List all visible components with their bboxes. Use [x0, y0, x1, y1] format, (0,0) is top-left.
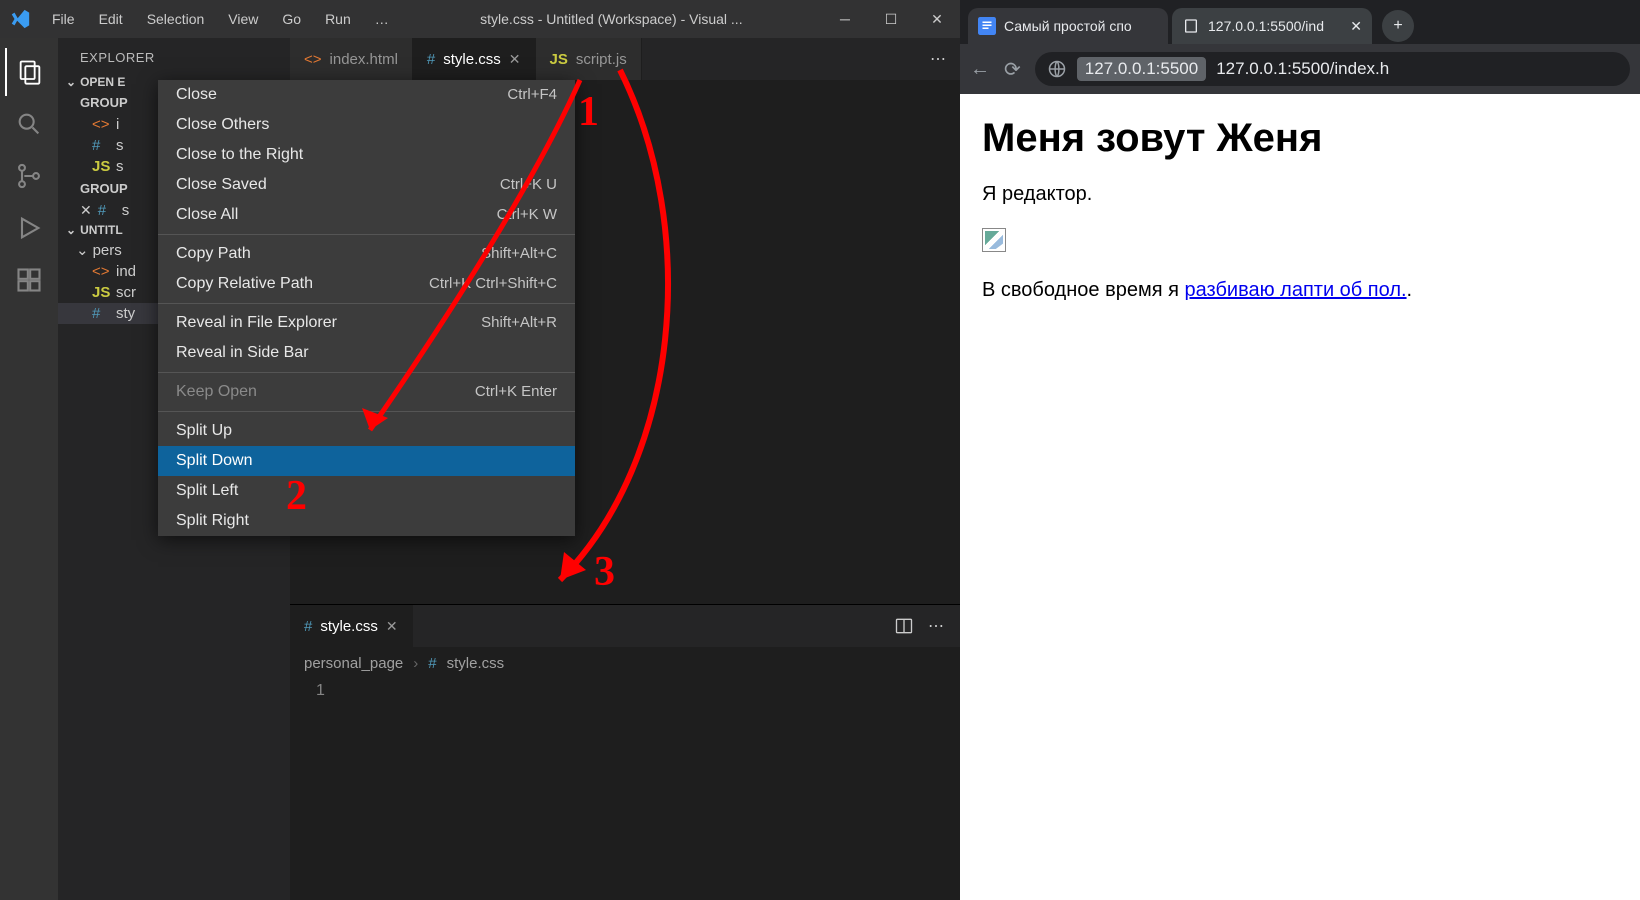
extensions-icon[interactable] [5, 256, 53, 304]
page-content: Меня зовут Женя Я редактор. В свободное … [960, 94, 1640, 900]
ctx-close[interactable]: CloseCtrl+F4 [158, 80, 575, 110]
pane2-tab-style[interactable]: #style.css✕ [290, 605, 413, 647]
menu-selection[interactable]: Selection [135, 11, 217, 27]
menu-file[interactable]: File [40, 11, 87, 27]
window-title: style.css - Untitled (Workspace) - Visua… [401, 11, 822, 27]
ctx-keep-open[interactable]: Keep OpenCtrl+K Enter [158, 377, 575, 407]
explorer-title: EXPLORER [58, 38, 290, 73]
address-bar[interactable]: 127.0.0.1:5500 127.0.0.1:5500/index.h [1035, 52, 1630, 86]
ctx-reveal-in-side-bar[interactable]: Reveal in Side Bar [158, 338, 575, 368]
editor-tabs: <>index.html #style.css✕ JSscript.js ⋯ [290, 38, 960, 80]
close-tab-icon[interactable]: ✕ [386, 618, 398, 635]
browser-tab-docs[interactable]: Самый простой спо [968, 8, 1168, 44]
tab-index[interactable]: <>index.html [290, 38, 413, 80]
menu-go[interactable]: Go [270, 11, 313, 27]
activity-bar [0, 38, 58, 900]
page-paragraph-1: Я редактор. [982, 183, 1618, 206]
page-favicon-icon [1182, 17, 1200, 35]
browser-tabs: Самый простой спо 127.0.0.1:5500/ind ✕ + [960, 0, 1640, 44]
ctx-copy-relative-path[interactable]: Copy Relative PathCtrl+K Ctrl+Shift+C [158, 269, 575, 299]
search-icon[interactable] [5, 100, 53, 148]
page-link[interactable]: разбиваю лапти об пол. [1184, 279, 1406, 301]
page-paragraph-2: В свободное время я разбиваю лапти об по… [982, 279, 1618, 302]
ctx-reveal-in-file-explorer[interactable]: Reveal in File ExplorerShift+Alt+R [158, 308, 575, 338]
broken-image-icon [982, 228, 1006, 252]
tab-actions[interactable]: ⋯ [916, 38, 960, 80]
docs-favicon-icon [978, 17, 996, 35]
page-heading: Меня зовут Женя [982, 116, 1618, 161]
reload-button[interactable]: ⟳ [1004, 57, 1021, 82]
tab-style[interactable]: #style.css✕ [413, 38, 536, 80]
titlebar: File Edit Selection View Go Run … style.… [0, 0, 960, 38]
menubar: File Edit Selection View Go Run … [40, 11, 401, 27]
line-number: 1 [290, 680, 960, 700]
vscode-logo-icon [0, 8, 40, 30]
browser-window: Самый простой спо 127.0.0.1:5500/ind ✕ +… [960, 0, 1640, 900]
more-actions-icon[interactable]: ⋯ [928, 616, 944, 636]
ctx-split-up[interactable]: Split Up [158, 416, 575, 446]
minimize-button[interactable]: ─ [822, 0, 868, 38]
breadcrumb[interactable]: personal_page › # style.css [290, 647, 960, 680]
ctx-close-all[interactable]: Close AllCtrl+K W [158, 200, 575, 230]
context-menu: CloseCtrl+F4Close OthersClose to the Rig… [158, 80, 575, 536]
editor-pane-2: #style.css✕ ⋯ personal_page › # style.cs… [290, 604, 960, 900]
back-button[interactable]: ← [970, 58, 990, 81]
explorer-icon[interactable] [5, 48, 53, 96]
ctx-close-saved[interactable]: Close SavedCtrl+K U [158, 170, 575, 200]
ctx-close-others[interactable]: Close Others [158, 110, 575, 140]
close-file-icon[interactable]: ✕ [80, 202, 92, 219]
close-tab-icon[interactable]: ✕ [509, 51, 521, 68]
browser-tab-localhost[interactable]: 127.0.0.1:5500/ind ✕ [1172, 8, 1372, 44]
ctx-close-to-the-right[interactable]: Close to the Right [158, 140, 575, 170]
site-info-icon[interactable] [1047, 59, 1067, 79]
new-tab-button[interactable]: + [1382, 10, 1414, 42]
ctx-split-down[interactable]: Split Down [158, 446, 575, 476]
close-button[interactable]: ✕ [914, 0, 960, 38]
close-tab-icon[interactable]: ✕ [1350, 18, 1362, 35]
split-editor-icon[interactable] [894, 616, 914, 636]
window-controls: ─ ☐ ✕ [822, 0, 960, 38]
browser-toolbar: ← ⟳ 127.0.0.1:5500 127.0.0.1:5500/index.… [960, 44, 1640, 94]
maximize-button[interactable]: ☐ [868, 0, 914, 38]
ctx-split-right[interactable]: Split Right [158, 506, 575, 536]
menu-edit[interactable]: Edit [87, 11, 135, 27]
menu-run[interactable]: Run [313, 11, 363, 27]
ctx-copy-path[interactable]: Copy PathShift+Alt+C [158, 239, 575, 269]
ctx-split-left[interactable]: Split Left [158, 476, 575, 506]
menu-more[interactable]: … [363, 11, 401, 27]
run-debug-icon[interactable] [5, 204, 53, 252]
tab-script[interactable]: JSscript.js [536, 38, 642, 80]
menu-view[interactable]: View [216, 11, 270, 27]
source-control-icon[interactable] [5, 152, 53, 200]
